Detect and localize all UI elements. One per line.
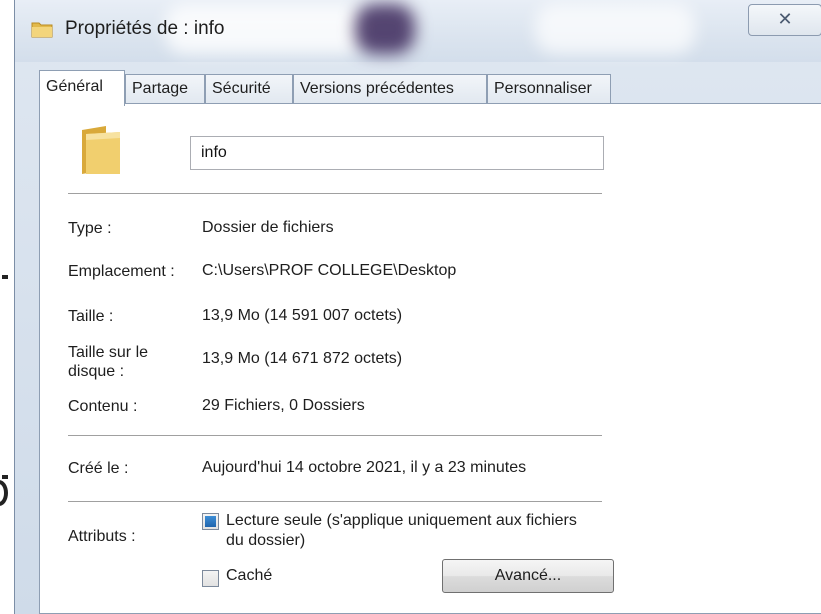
- readonly-checkbox[interactable]: [202, 513, 219, 530]
- separator: [68, 435, 602, 436]
- size-label: Taille :: [68, 308, 114, 325]
- window-title: Propriétés de : info: [65, 18, 225, 39]
- separator: [68, 193, 602, 194]
- edge-artifact: [2, 275, 8, 279]
- advanced-button[interactable]: Avancé...: [442, 559, 614, 593]
- created-label: Créé le :: [68, 460, 129, 477]
- disk-size-label: Taille sur le disque :: [68, 344, 149, 380]
- tab-customize[interactable]: Personnaliser: [487, 74, 611, 104]
- type-label: Type :: [68, 220, 112, 237]
- tab-previous-versions[interactable]: Versions précédentes: [293, 74, 487, 104]
- title-bar-glass: [535, 4, 695, 54]
- close-button[interactable]: ✕: [748, 4, 821, 36]
- title-bar[interactable]: Propriétés de : info ✕: [15, 0, 821, 62]
- tab-sharing[interactable]: Partage: [125, 74, 205, 104]
- location-value: C:\Users\PROF COLLEGE\Desktop: [202, 262, 457, 279]
- location-label: Emplacement :: [68, 263, 175, 280]
- properties-window: Propriétés de : info ✕ Général Partage S…: [14, 0, 821, 614]
- hidden-checkbox-label[interactable]: Caché: [226, 567, 272, 585]
- contents-value: 29 Fichiers, 0 Dossiers: [202, 397, 365, 414]
- title-bar-glass: [355, 4, 415, 54]
- edge-artifact: [2, 475, 8, 479]
- folder-name-input[interactable]: [190, 136, 604, 170]
- tab-strip: Général Partage Sécurité Versions précéd…: [39, 70, 639, 106]
- type-value: Dossier de fichiers: [202, 219, 334, 236]
- separator: [68, 501, 602, 502]
- tab-security[interactable]: Sécurité: [205, 74, 293, 104]
- edge-artifact: [0, 480, 8, 506]
- size-value: 13,9 Mo (14 591 007 octets): [202, 307, 403, 324]
- attributes-label: Attributs :: [68, 528, 136, 545]
- tab-general[interactable]: Général: [39, 70, 125, 106]
- folder-icon: [82, 126, 120, 174]
- general-panel: Type : Dossier de fichiers Emplacement :…: [39, 103, 821, 614]
- disk-size-value: 13,9 Mo (14 671 872 octets): [202, 350, 403, 367]
- contents-label: Contenu :: [68, 398, 138, 415]
- readonly-checkbox-label[interactable]: Lecture seule (s'applique uniquement aux…: [226, 511, 586, 551]
- hidden-checkbox[interactable]: [202, 570, 219, 587]
- folder-icon: [31, 22, 53, 38]
- created-value: Aujourd'hui 14 octobre 2021, il y a 23 m…: [202, 459, 527, 476]
